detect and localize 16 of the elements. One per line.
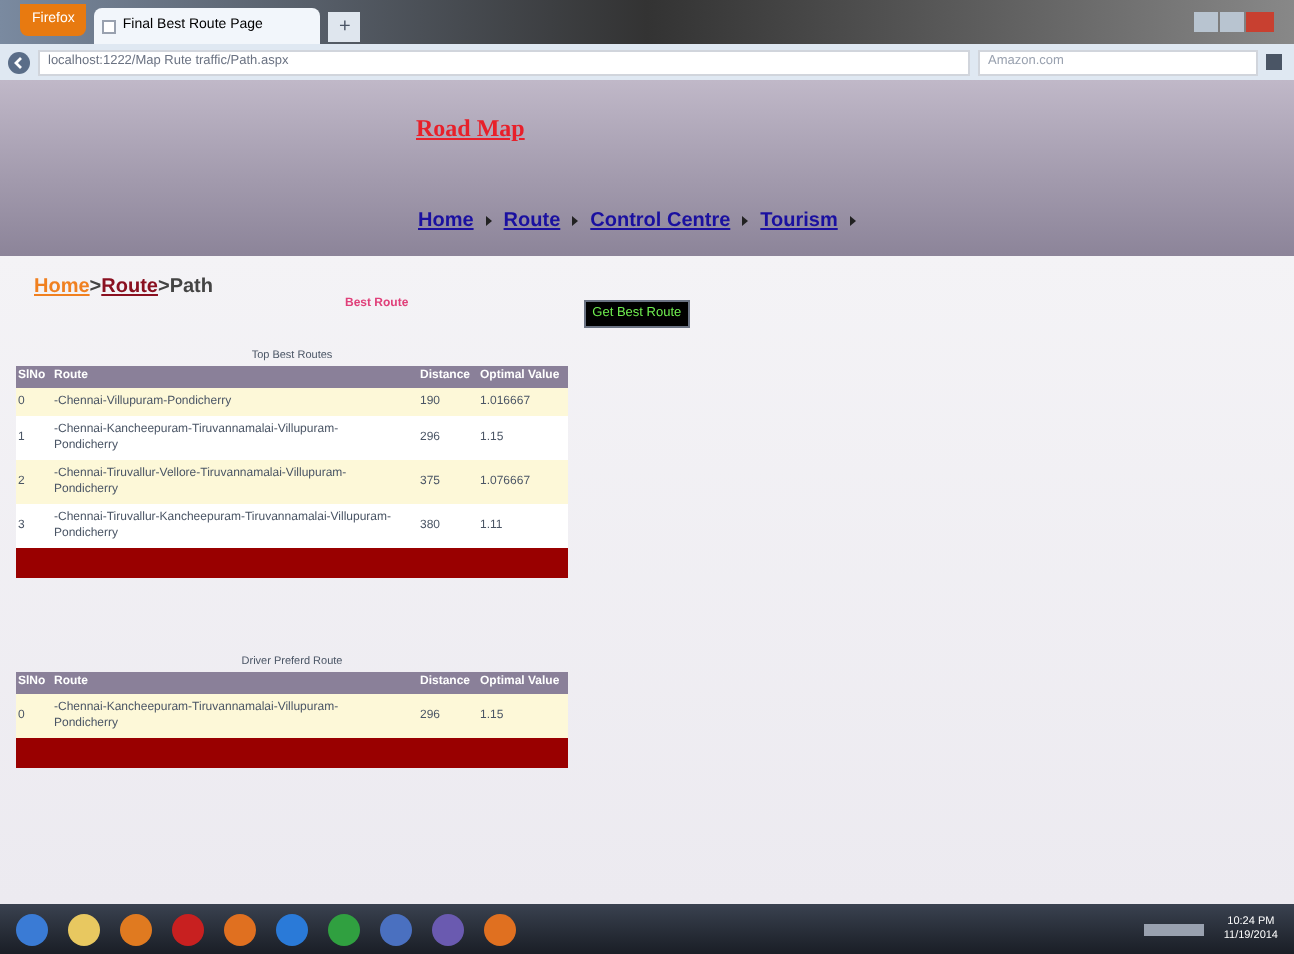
breadcrumb-current: Path: [169, 274, 213, 302]
nav-link[interactable]: Home: [418, 206, 474, 236]
arrow-icon: [572, 216, 579, 226]
nav-link[interactable]: Control Centre: [590, 206, 731, 236]
arrow-icon: [742, 216, 749, 226]
arrow-icon: [485, 216, 492, 226]
breadcrumb-separator: >: [157, 274, 170, 302]
arrow-icon: [849, 216, 856, 226]
breadcrumb-link[interactable]: Home: [34, 272, 90, 302]
nav-link[interactable]: Route: [503, 206, 561, 236]
breadcrumb-separator: >: [89, 274, 102, 302]
page-icon: [102, 19, 117, 33]
breadcrumb-link[interactable]: Route: [101, 272, 158, 302]
new-tab-button[interactable]: +: [328, 12, 361, 42]
back-icon[interactable]: [8, 51, 30, 73]
nav-link[interactable]: Tourism: [760, 206, 838, 236]
